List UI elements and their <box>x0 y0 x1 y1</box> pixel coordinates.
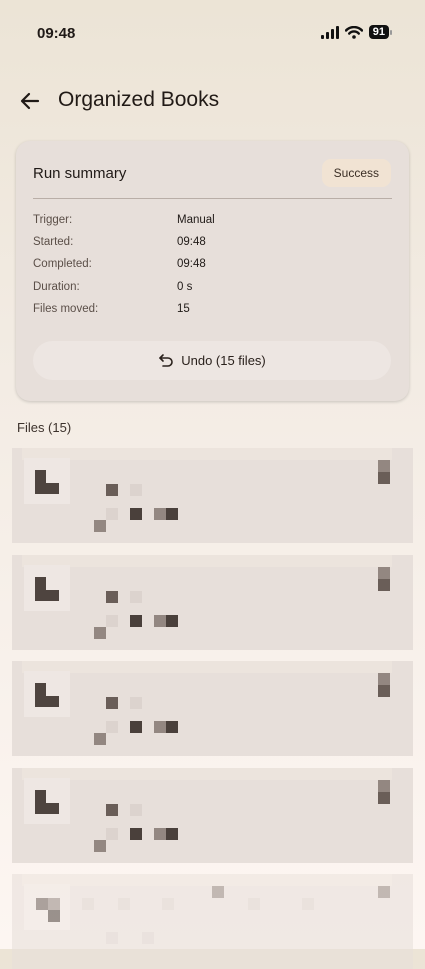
obscured-text <box>378 886 390 898</box>
obscured-text <box>106 591 118 603</box>
obscured-text <box>106 697 118 709</box>
info-value: 15 <box>177 302 190 315</box>
obscured-text <box>212 886 224 898</box>
divider <box>33 198 392 199</box>
info-label: Started: <box>33 236 74 249</box>
obscured-text <box>94 840 106 852</box>
obscured-text <box>378 685 390 697</box>
info-row-duration: Duration: 0 s <box>33 276 393 298</box>
undo-label: Undo (15 files) <box>181 353 266 368</box>
obscured-text <box>166 615 178 627</box>
obscured-text <box>378 472 390 484</box>
page-title: Organized Books <box>58 88 220 111</box>
info-row-completed: Completed: 09:48 <box>33 253 393 275</box>
obscured-text <box>106 804 118 816</box>
obscured-text <box>302 898 314 910</box>
back-button[interactable] <box>14 85 46 117</box>
app-bar: Organized Books <box>0 80 425 122</box>
obscured-text <box>82 898 94 910</box>
file-item[interactable] <box>12 555 413 650</box>
obscured-text <box>378 460 390 472</box>
file-item[interactable] <box>12 448 413 543</box>
obscured-text <box>378 579 390 591</box>
status-time: 09:48 <box>37 25 76 42</box>
obscured-text <box>130 721 142 733</box>
obscured-text <box>130 804 142 816</box>
status-icons: 91 <box>320 25 393 39</box>
obscured-text <box>106 721 118 733</box>
obscured-text <box>142 932 154 944</box>
file-icon <box>35 683 59 707</box>
info-value: 0 s <box>177 280 193 293</box>
battery-icon: 91 <box>368 25 393 39</box>
card-title: Run summary <box>33 165 127 182</box>
obscured-text <box>154 721 166 733</box>
obscured-text <box>154 828 166 840</box>
info-row-started: Started: 09:48 <box>33 231 393 253</box>
obscured-text <box>378 567 390 579</box>
signal-icon <box>320 25 339 39</box>
obscured-text <box>162 898 174 910</box>
info-label: Trigger: <box>33 214 73 226</box>
file-icon <box>35 577 59 601</box>
obscured-text <box>130 697 142 709</box>
info-value: 09:48 <box>177 258 206 271</box>
obscured-text <box>94 733 106 745</box>
info-value: 09:48 <box>177 236 206 249</box>
undo-icon <box>159 353 174 367</box>
obscured-text <box>94 520 106 532</box>
obscured-text <box>94 627 106 639</box>
obscured-text <box>48 910 60 922</box>
run-info: Trigger: Manual Started: 09:48 Completed… <box>33 209 393 320</box>
obscured-text <box>248 898 260 910</box>
obscured-text <box>154 508 166 520</box>
obscured-text <box>378 780 390 792</box>
obscured-text <box>130 484 142 496</box>
obscured-text <box>166 828 178 840</box>
obscured-text <box>130 828 142 840</box>
status-bar: 09:48 91 <box>0 0 425 66</box>
info-row-files-moved: Files moved: 15 <box>33 298 393 320</box>
status-badge: Success <box>321 159 391 187</box>
info-row-trigger: Trigger: Manual <box>33 209 393 231</box>
obscured-text <box>106 932 118 944</box>
obscured-text <box>106 508 118 520</box>
obscured-text <box>130 615 142 627</box>
files-heading: Files (15) <box>17 420 72 435</box>
obscured-text <box>106 828 118 840</box>
obscured-text <box>48 898 60 910</box>
obscured-text <box>154 615 166 627</box>
info-label: Completed: <box>33 258 92 271</box>
obscured-text <box>130 591 142 603</box>
file-item[interactable] <box>12 768 413 863</box>
run-summary-card: Run summary Success Trigger: Manual Star… <box>16 141 409 401</box>
obscured-text <box>106 615 118 627</box>
info-value: Manual <box>177 214 215 226</box>
wifi-icon <box>344 25 363 39</box>
obscured-text <box>106 484 118 496</box>
arrow-left-icon <box>20 92 40 110</box>
obscured-text <box>166 721 178 733</box>
info-label: Files moved: <box>33 302 99 315</box>
info-label: Duration: <box>33 280 80 293</box>
obscured-text <box>166 508 178 520</box>
obscured-text <box>378 792 390 804</box>
file-icon <box>35 790 59 814</box>
obscured-text <box>118 898 130 910</box>
undo-button[interactable]: Undo (15 files) <box>33 341 391 380</box>
file-icon <box>35 470 59 494</box>
obscured-text <box>36 898 48 910</box>
obscured-text <box>130 508 142 520</box>
file-item[interactable] <box>12 661 413 756</box>
obscured-text <box>378 673 390 685</box>
file-item[interactable] <box>12 874 413 969</box>
